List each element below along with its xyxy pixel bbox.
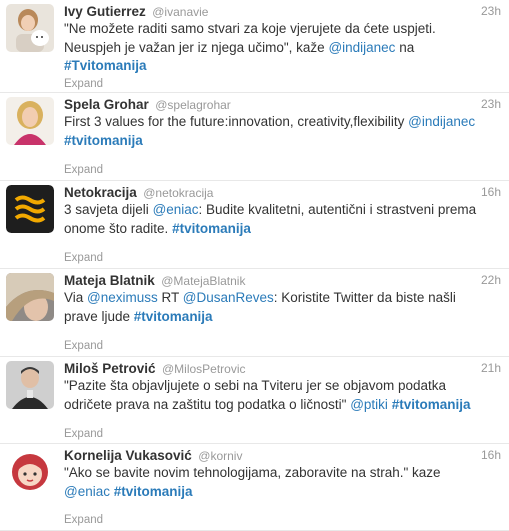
tweet-username[interactable]: @spelagrohar [155,98,231,112]
tweet-text-segment: onome što radite. [64,220,173,236]
tweet-text-segment: "Pazite šta objavljujete o sebi na Tvite… [64,378,447,393]
avatar[interactable] [6,361,54,409]
avatar[interactable] [6,185,54,233]
tweet-text-line: "Ne možete raditi samo stvari za koje vj… [64,20,500,39]
tweet-text-line: prave ljude #tvitomanija [64,308,500,327]
tweet-text-segment: First 3 values for the future:innovation… [64,114,409,129]
tweet[interactable]: Mateja Blatnik @MatejaBlatnik 22h Via @nex… [0,269,509,357]
tweet-text-segment: Via [64,290,88,305]
tweet-fullname[interactable]: Mateja Blatnik [64,273,155,288]
hashtag-link[interactable]: #tvitomanija [114,484,193,499]
tweet-timestamp[interactable]: 23h [481,4,501,18]
tweet-text-segment: "Ne možete raditi samo stvari za koje vj… [64,21,436,36]
mention-link[interactable]: @eniac [153,202,199,217]
hashtag-link[interactable]: #tvitomanija [64,133,143,148]
tweet-text-segment: odričete prava na zaštitu tog podatka o … [64,396,351,412]
expand-link[interactable]: Expand [64,428,103,440]
tweet-text-line: Via @neximuss RT @DusanReves: Koristite … [64,289,500,308]
tweet[interactable]: Ivy Gutierrez @ivanavie 23h "Ne možete rad… [0,0,509,93]
tweet-timestamp[interactable]: 22h [481,273,501,287]
tweet-text-line: #Tvitomanija [64,57,500,76]
hashtag-link[interactable]: #tvitomanija [392,397,471,412]
tweet-username[interactable]: @MatejaBlatnik [161,274,245,288]
hashtag-link[interactable]: #tvitomanija [172,221,251,236]
mention-link[interactable]: @eniac [64,484,110,499]
tweet-text: "Ne možete raditi samo stvari za koje vj… [64,20,500,76]
tweet-username[interactable]: @ivanavie [152,5,208,19]
avatar[interactable] [6,4,54,52]
tweet-feed: Ivy Gutierrez @ivanavie 23h "Ne možete rad… [0,0,509,531]
hashtag-text: #tvitomanija [133,308,213,324]
expand-link[interactable]: Expand [64,164,103,176]
tweet-text: "Ako se bavite novim tehnologijama, zabo… [64,464,500,501]
tweet-username[interactable]: @MilosPetrovic [162,362,246,376]
hashtag-text: #tvitomanija [113,483,193,499]
tweet-fullname[interactable]: Ivy Gutierrez [64,4,146,19]
hashtag-link[interactable]: #Tvitomanija [64,58,147,73]
hashtag-text: #tvitomanija [391,396,471,412]
tweet-header: Spela Grohar @spelagrohar 23h [64,96,501,114]
tweet-text-segment: : Budite kvalitetni, autentični i strast… [198,202,477,217]
avatar[interactable] [6,97,54,145]
tweet-text-segment: prave ljude [64,308,134,324]
tweet-text-line: 3 savjeta dijeli @eniac: Budite kvalitet… [64,201,500,220]
mention-link[interactable]: @indijanec [408,114,475,129]
tweet-header: Kornelija Vukasović @korniv 16h [64,447,501,465]
tweet-text: 3 savjeta dijeli @eniac: Budite kvalitet… [64,201,500,238]
tweet-text-line: odričete prava na zaštitu tog podatka o … [64,396,500,415]
tweet-fullname[interactable]: Miloš Petrović [64,361,156,376]
tweet-text-line: @eniac #tvitomanija [64,483,500,502]
tweet-timestamp[interactable]: 21h [481,361,501,375]
hashtag-link[interactable]: #tvitomanija [134,309,213,324]
mention-link[interactable]: @ptiki [350,397,388,412]
tweet-text-segment: 3 savjeta dijeli [64,202,153,217]
tweet-fullname[interactable]: Kornelija Vukasović [64,448,192,463]
tweet-text: Via @neximuss RT @DusanReves: Koristite … [64,289,500,326]
avatar[interactable] [6,448,54,496]
tweet-text-line: Neuspjeh je važan jer iz njega učimo", k… [64,39,500,58]
tweet[interactable]: Miloš Petrović @MilosPetrovic 21h "Pazite … [0,357,509,444]
tweet-header: Ivy Gutierrez @ivanavie 23h [64,3,501,21]
tweet-text-segment: RT [157,290,183,305]
expand-link[interactable]: Expand [64,252,103,264]
tweet-text-line: "Ako se bavite novim tehnologijama, zabo… [64,464,500,483]
tweet-text: "Pazite šta objavljujete o sebi na Tvite… [64,377,500,414]
hashtag-text: #tvitomanija [64,132,143,148]
tweet-fullname[interactable]: Spela Grohar [64,97,149,112]
expand-link[interactable]: Expand [64,340,103,352]
mention-link[interactable]: @DusanReves [183,290,274,305]
tweet-username[interactable]: @korniv [198,449,242,463]
tweet-text-segment: na [395,39,415,55]
tweet-text-segment: : Koristite Twitter da biste našli [273,290,456,305]
mention-link[interactable]: @neximuss [87,290,158,305]
tweet-text-line: First 3 values for the future:innovation… [64,113,500,132]
tweet[interactable]: Kornelija Vukasović @korniv 16h "Ako se ba… [0,444,509,531]
tweet[interactable]: Spela Grohar @spelagrohar 23h First 3 valu… [0,93,509,181]
tweet-header: Mateja Blatnik @MatejaBlatnik 22h [64,272,501,290]
expand-link[interactable]: Expand [64,78,103,90]
mention-link[interactable]: @indijanec [328,40,395,55]
tweet-fullname[interactable]: Netokracija [64,185,137,200]
tweet-username[interactable]: @netokracija [143,186,213,200]
tweet-text-line: onome što radite. #tvitomanija [64,220,500,239]
tweet-text-segment: "Ako se bavite novim tehnologijama, zabo… [64,465,441,480]
tweet-text: First 3 values for the future:innovation… [64,113,500,150]
tweet-header: Miloš Petrović @MilosPetrovic 21h [64,360,501,378]
expand-link[interactable]: Expand [64,514,103,526]
tweet[interactable]: Netokracija @netokracija 16h 3 savjeta dij… [0,181,509,269]
hashtag-text: #Tvitomanija [64,58,147,73]
tweet-timestamp[interactable]: 16h [481,185,501,199]
tweet-text-segment: Neuspjeh je važan jer iz njega učimo", k… [64,39,329,55]
avatar[interactable] [6,273,54,321]
tweet-text-line: "Pazite šta objavljujete o sebi na Tvite… [64,377,500,396]
tweet-timestamp[interactable]: 16h [481,448,501,462]
tweet-text-line: #tvitomanija [64,132,500,151]
hashtag-text: #tvitomanija [172,220,251,236]
tweet-timestamp[interactable]: 23h [481,97,501,111]
tweet-header: Netokracija @netokracija 16h [64,184,501,202]
